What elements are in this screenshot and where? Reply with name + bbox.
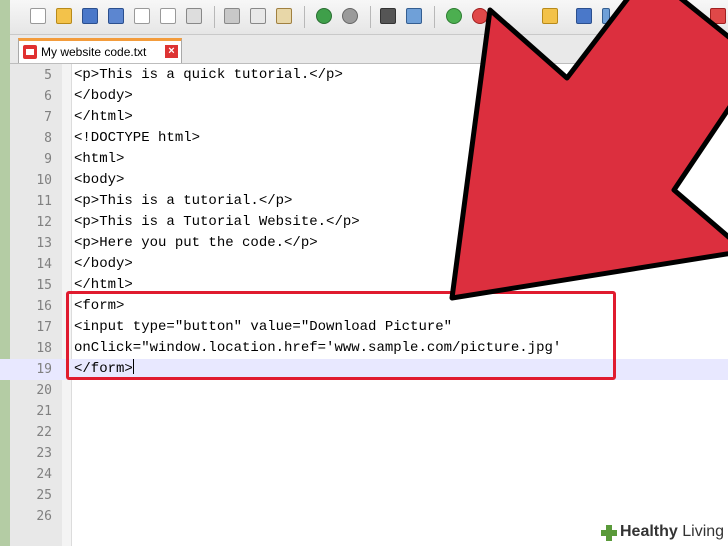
pointer-arrow-icon <box>449 0 728 301</box>
watermark-text: Healthy Living <box>620 523 725 540</box>
leaf-icon <box>601 525 617 541</box>
watermark-logo: Healthy Living <box>596 520 728 546</box>
